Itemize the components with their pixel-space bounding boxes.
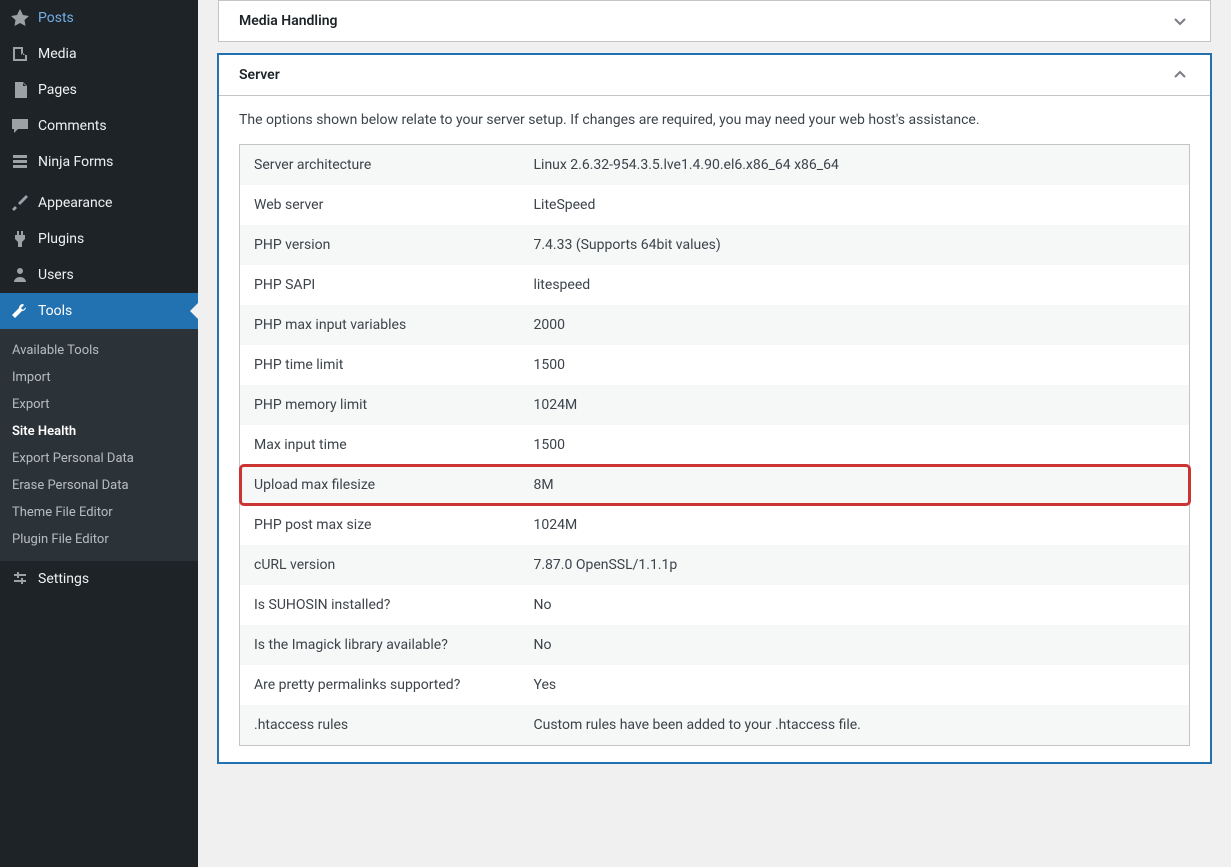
menu-label: Posts xyxy=(38,10,74,26)
row-label: Web server xyxy=(240,185,520,225)
settings-icon xyxy=(10,569,30,589)
row-value: No xyxy=(520,585,1190,625)
row-value: 1024M xyxy=(520,385,1190,425)
menu-label: Tools xyxy=(38,303,72,319)
table-row: Upload max filesize8M xyxy=(240,465,1190,505)
row-value: 7.87.0 OpenSSL/1.1.1p xyxy=(520,545,1190,585)
panel-title: Server xyxy=(239,67,280,83)
row-label: PHP max input variables xyxy=(240,305,520,345)
menu-comments[interactable]: Comments xyxy=(0,108,198,144)
table-row: Is SUHOSIN installed?No xyxy=(240,585,1190,625)
table-row: .htaccess rulesCustom rules have been ad… xyxy=(240,705,1190,746)
panel-server: Server The options shown below relate to… xyxy=(218,54,1211,763)
media-icon xyxy=(10,44,30,64)
row-value: 2000 xyxy=(520,305,1190,345)
row-label: Server architecture xyxy=(240,145,520,186)
row-label: Is the Imagick library available? xyxy=(240,625,520,665)
menu-label: Users xyxy=(38,267,74,283)
panel-title: Media Handling xyxy=(239,13,338,29)
menu-label: Ninja Forms xyxy=(38,154,113,170)
row-label: PHP time limit xyxy=(240,345,520,385)
submenu-export-personal[interactable]: Export Personal Data xyxy=(0,445,198,472)
panel-toggle-server[interactable]: Server xyxy=(219,55,1210,95)
menu-ninja-forms[interactable]: Ninja Forms xyxy=(0,144,198,180)
row-label: Are pretty permalinks supported? xyxy=(240,665,520,705)
submenu-plugin-editor[interactable]: Plugin File Editor xyxy=(0,526,198,553)
row-value: 1500 xyxy=(520,345,1190,385)
row-label: cURL version xyxy=(240,545,520,585)
submenu-site-health[interactable]: Site Health xyxy=(0,418,198,445)
row-label: PHP post max size xyxy=(240,505,520,545)
menu-label: Comments xyxy=(38,118,107,134)
server-info-table: Server architectureLinux 2.6.32-954.3.5.… xyxy=(239,144,1190,746)
panel-toggle-media[interactable]: Media Handling xyxy=(219,1,1210,41)
menu-plugins[interactable]: Plugins xyxy=(0,221,198,257)
wrench-icon xyxy=(10,301,30,321)
table-row: Are pretty permalinks supported?Yes xyxy=(240,665,1190,705)
row-label: Upload max filesize xyxy=(240,465,520,505)
table-row: PHP version7.4.33 (Supports 64bit values… xyxy=(240,225,1190,265)
main-content: Media Handling Server The options shown … xyxy=(198,0,1231,867)
submenu-available-tools[interactable]: Available Tools xyxy=(0,337,198,364)
row-value: Yes xyxy=(520,665,1190,705)
table-row: Is the Imagick library available?No xyxy=(240,625,1190,665)
panel-body-server: The options shown below relate to your s… xyxy=(219,95,1210,762)
row-label: PHP SAPI xyxy=(240,265,520,305)
panel-media-handling: Media Handling xyxy=(218,0,1211,42)
row-value: Custom rules have been added to your .ht… xyxy=(520,705,1190,746)
table-row: PHP time limit1500 xyxy=(240,345,1190,385)
row-label: Max input time xyxy=(240,425,520,465)
menu-appearance[interactable]: Appearance xyxy=(0,185,198,221)
row-value: 7.4.33 (Supports 64bit values) xyxy=(520,225,1190,265)
user-icon xyxy=(10,265,30,285)
row-value: No xyxy=(520,625,1190,665)
menu-posts[interactable]: Posts xyxy=(0,0,198,36)
table-row: PHP post max size1024M xyxy=(240,505,1190,545)
brush-icon xyxy=(10,193,30,213)
chevron-up-icon xyxy=(1170,65,1190,85)
row-value: LiteSpeed xyxy=(520,185,1190,225)
server-description: The options shown below relate to your s… xyxy=(239,112,1190,128)
row-value: Linux 2.6.32-954.3.5.lve1.4.90.el6.x86_6… xyxy=(520,145,1190,186)
menu-label: Pages xyxy=(38,82,77,98)
row-value: 8M xyxy=(520,465,1190,505)
table-row: PHP SAPIlitespeed xyxy=(240,265,1190,305)
menu-label: Plugins xyxy=(38,231,84,247)
table-row: Max input time1500 xyxy=(240,425,1190,465)
menu-media[interactable]: Media xyxy=(0,36,198,72)
menu-label: Settings xyxy=(38,571,89,587)
row-label: .htaccess rules xyxy=(240,705,520,746)
submenu-tools: Available Tools Import Export Site Healt… xyxy=(0,329,198,561)
submenu-theme-editor[interactable]: Theme File Editor xyxy=(0,499,198,526)
table-row: PHP max input variables2000 xyxy=(240,305,1190,345)
row-value: litespeed xyxy=(520,265,1190,305)
comment-icon xyxy=(10,116,30,136)
table-row: Web serverLiteSpeed xyxy=(240,185,1190,225)
menu-users[interactable]: Users xyxy=(0,257,198,293)
submenu-import[interactable]: Import xyxy=(0,364,198,391)
admin-sidebar: Posts Media Pages Comments Ninja Forms A… xyxy=(0,0,198,867)
table-row: Server architectureLinux 2.6.32-954.3.5.… xyxy=(240,145,1190,186)
pages-icon xyxy=(10,80,30,100)
table-row: PHP memory limit1024M xyxy=(240,385,1190,425)
menu-pages[interactable]: Pages xyxy=(0,72,198,108)
pin-icon xyxy=(10,8,30,28)
chevron-down-icon xyxy=(1170,11,1190,31)
menu-label: Media xyxy=(38,46,77,62)
form-icon xyxy=(10,152,30,172)
menu-tools[interactable]: Tools xyxy=(0,293,198,329)
submenu-erase-personal[interactable]: Erase Personal Data xyxy=(0,472,198,499)
table-row: cURL version7.87.0 OpenSSL/1.1.1p xyxy=(240,545,1190,585)
row-label: PHP version xyxy=(240,225,520,265)
row-label: PHP memory limit xyxy=(240,385,520,425)
menu-settings[interactable]: Settings xyxy=(0,561,198,597)
row-label: Is SUHOSIN installed? xyxy=(240,585,520,625)
plug-icon xyxy=(10,229,30,249)
row-value: 1024M xyxy=(520,505,1190,545)
submenu-export[interactable]: Export xyxy=(0,391,198,418)
menu-label: Appearance xyxy=(38,195,112,211)
row-value: 1500 xyxy=(520,425,1190,465)
